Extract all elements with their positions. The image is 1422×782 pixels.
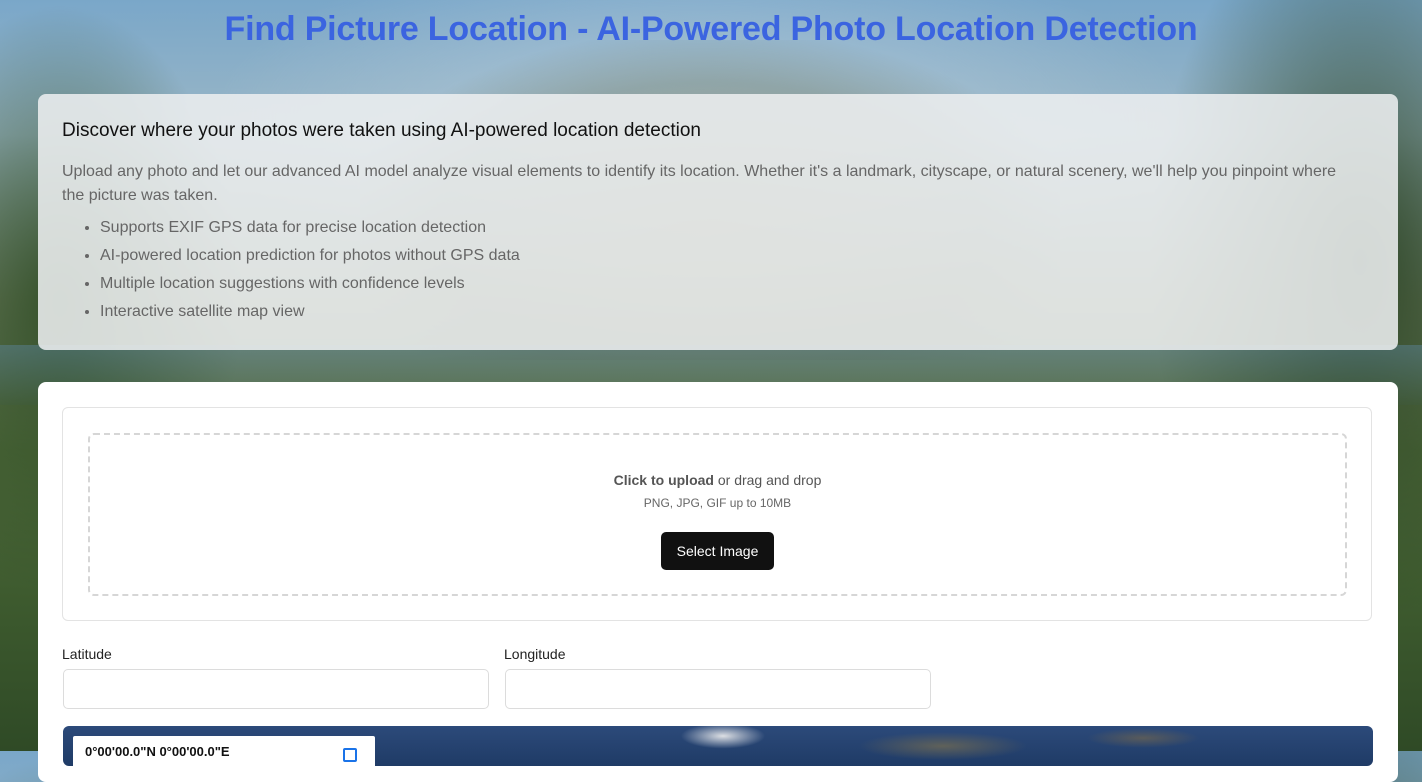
latitude-input[interactable] bbox=[63, 669, 489, 709]
info-heading: Discover where your photos were taken us… bbox=[62, 120, 701, 141]
longitude-input[interactable] bbox=[505, 669, 931, 709]
feature-list: Supports EXIF GPS data for precise locat… bbox=[62, 214, 1374, 326]
satellite-map[interactable]: 0°00'00.0"N 0°00'00.0"E bbox=[63, 726, 1373, 766]
main-card: Click to upload or drag and drop PNG, JP… bbox=[38, 382, 1398, 782]
upload-dropzone[interactable]: Click to upload or drag and drop PNG, JP… bbox=[88, 433, 1347, 596]
info-card: Discover where your photos were taken us… bbox=[38, 94, 1398, 350]
page-title: Find Picture Location - AI-Powered Photo… bbox=[224, 10, 1198, 48]
upload-instructions: Click to upload or drag and drop bbox=[90, 472, 1345, 488]
drag-drop-text: or drag and drop bbox=[713, 472, 822, 488]
feature-item: Supports EXIF GPS data for precise locat… bbox=[100, 214, 1374, 242]
longitude-label: Longitude bbox=[504, 646, 566, 662]
directions-icon[interactable] bbox=[343, 748, 357, 762]
info-description: Upload any photo and let our advanced AI… bbox=[62, 163, 1337, 204]
click-to-upload-link[interactable]: Click to upload bbox=[614, 472, 714, 488]
map-coordinates-box: 0°00'00.0"N 0°00'00.0"E bbox=[73, 736, 375, 766]
map-coordinates: 0°00'00.0"N 0°00'00.0"E bbox=[85, 744, 230, 759]
select-image-button[interactable]: Select Image bbox=[660, 532, 775, 570]
feature-item: Multiple location suggestions with confi… bbox=[100, 270, 1374, 298]
feature-item: AI-powered location prediction for photo… bbox=[100, 242, 1374, 270]
upload-file-hint: PNG, JPG, GIF up to 10MB bbox=[643, 496, 792, 510]
upload-panel: Click to upload or drag and drop PNG, JP… bbox=[62, 407, 1372, 621]
feature-item: Interactive satellite map view bbox=[100, 298, 1374, 326]
latitude-label: Latitude bbox=[62, 646, 112, 662]
